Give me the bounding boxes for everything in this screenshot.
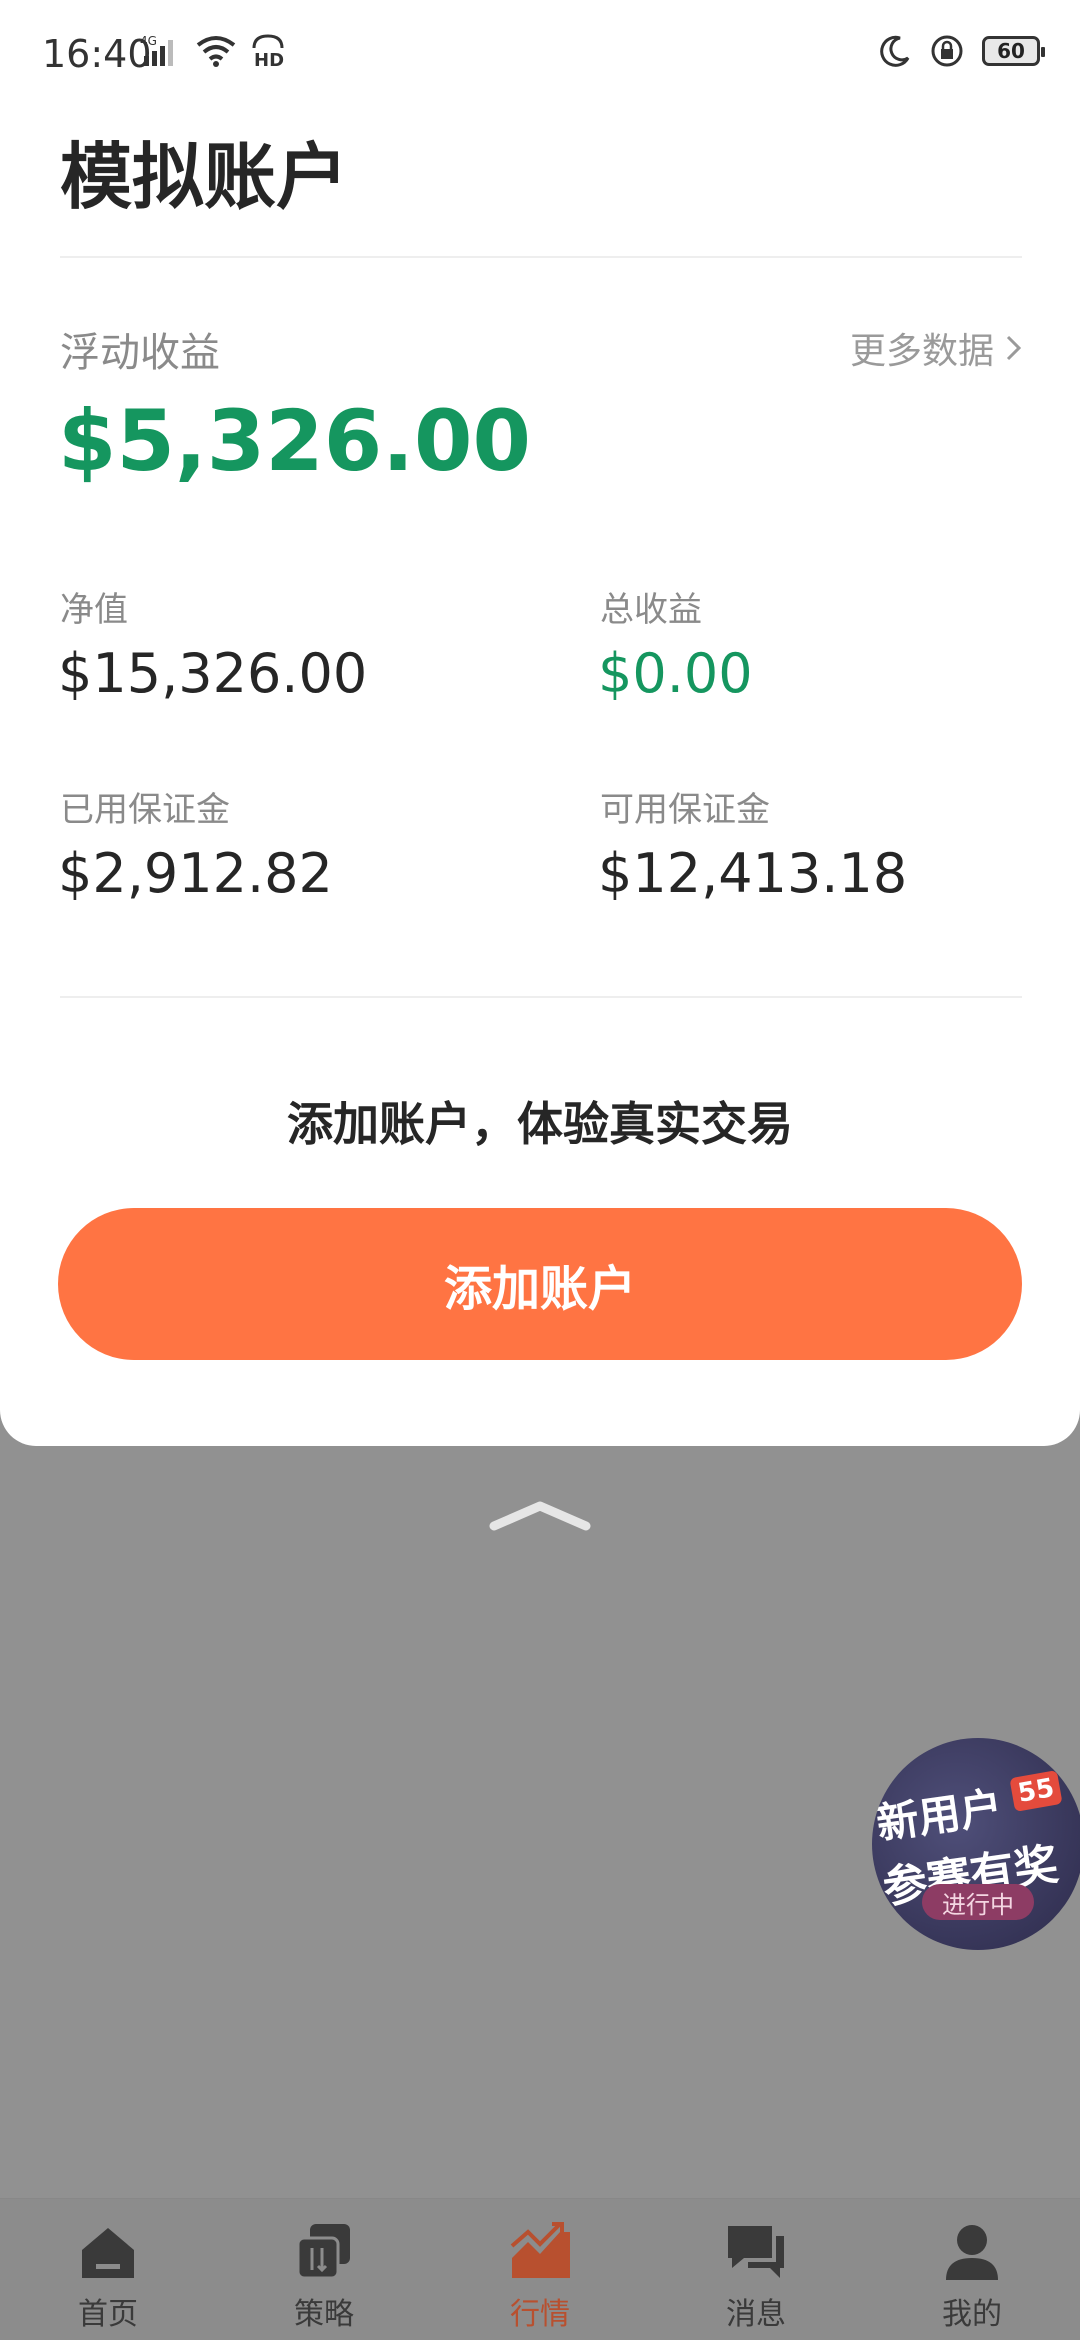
total-pnl-value: $0.00 <box>598 642 753 705</box>
home-icon <box>75 2219 141 2285</box>
badge-tag: 55 <box>1009 1770 1063 1812</box>
more-data-link[interactable]: 更多数据 <box>850 322 1024 374</box>
tab-label: 消息 <box>726 2297 786 2332</box>
rotation-lock-icon <box>930 34 964 68</box>
floating-pnl-label: 浮动收益 <box>60 330 220 376</box>
available-margin-label: 可用保证金 <box>600 790 770 830</box>
tab-label: 行情 <box>510 2297 570 2332</box>
new-user-contest-badge[interactable]: 新用户 55 参赛有奖 进行中 <box>872 1738 1080 1950</box>
add-account-button[interactable]: 添加账户 <box>58 1208 1022 1360</box>
badge-status: 进行中 <box>922 1884 1034 1920</box>
signal-icon: 4G <box>140 34 182 68</box>
battery-icon: 60 <box>982 36 1045 66</box>
more-data-label: 更多数据 <box>849 331 994 372</box>
account-card: 模拟账户 浮动收益 更多数据 $5,326.00 净值 $15,326.00 总… <box>0 0 1080 1446</box>
tab-market[interactable]: 行情 <box>432 2199 648 2340</box>
strategy-icon <box>291 2219 357 2285</box>
tab-messages[interactable]: 消息 <box>648 2199 864 2340</box>
promo-text: 添加账户，体验真实交易 <box>287 1097 793 1151</box>
tab-label: 我的 <box>942 2297 1002 2332</box>
market-chart-icon <box>507 2219 573 2285</box>
chevron-right-icon <box>1004 333 1024 363</box>
total-pnl-label: 总收益 <box>600 590 702 630</box>
status-bar: 16:40 4G HD 60 <box>0 0 1080 110</box>
do-not-disturb-moon-icon <box>878 34 912 68</box>
wifi-icon <box>196 35 236 67</box>
message-icon <box>723 2219 789 2285</box>
tab-profile[interactable]: 我的 <box>864 2199 1080 2340</box>
available-margin-value: $12,413.18 <box>598 842 908 905</box>
status-time: 16:40 <box>42 32 152 76</box>
title-divider <box>60 256 1022 258</box>
tab-label: 首页 <box>78 2297 138 2332</box>
tab-strategy[interactable]: 策略 <box>216 2199 432 2340</box>
net-value: $15,326.00 <box>58 642 368 705</box>
net-value-label: 净值 <box>60 590 128 630</box>
profile-icon <box>939 2219 1005 2285</box>
hd-label: HD <box>254 50 284 68</box>
used-margin-label: 已用保证金 <box>60 790 230 830</box>
tab-label: 策略 <box>294 2297 354 2332</box>
network-label: 4G <box>140 34 157 48</box>
floating-pnl-value: $5,326.00 <box>58 392 531 490</box>
stats-divider <box>60 996 1022 998</box>
tab-home[interactable]: 首页 <box>0 2199 216 2340</box>
hd-voice-icon: HD <box>250 34 286 68</box>
page-title: 模拟账户 <box>60 135 349 219</box>
used-margin-value: $2,912.82 <box>58 842 333 905</box>
chevron-up-icon[interactable] <box>488 1498 592 1532</box>
bottom-tab-bar: 首页 策略 行情 消息 我的 <box>0 2198 1080 2340</box>
